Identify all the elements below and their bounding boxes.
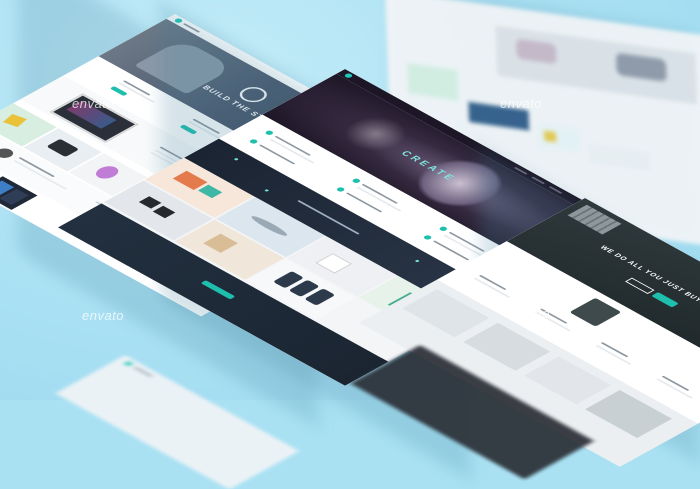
watermark-text: envato xyxy=(500,96,543,111)
watermark-text: envato xyxy=(72,96,115,111)
footer-button[interactable] xyxy=(200,280,236,300)
hero-button[interactable] xyxy=(651,292,679,308)
hero-button-outline[interactable] xyxy=(625,277,655,294)
watermark-text: envato xyxy=(82,308,125,323)
watermark-text: envato xyxy=(508,306,551,321)
